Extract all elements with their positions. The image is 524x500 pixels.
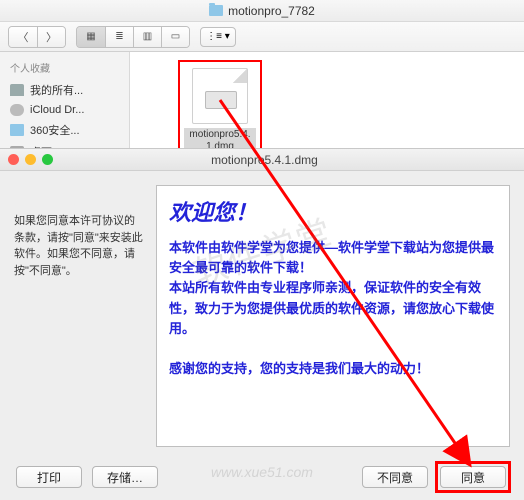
finder-sidebar: 个人收藏 我的所有... iCloud Dr... 360安全... 桌面 [0, 52, 130, 155]
finder-toolbar: 〈 〉 ▦ ≣ ▥ ▭ ⋮≡ ▾ [0, 22, 524, 52]
license-paragraph: 本站所有软件由专业程序师亲测，保证软件的安全有效性，致力于为您提供最优质的软件资… [169, 278, 497, 338]
finder-titlebar: motionpro_7782 [0, 0, 524, 22]
agree-highlight: 同意 [438, 464, 508, 490]
sidebar-item-label: 我的所有... [30, 82, 83, 98]
dialog-button-row: 打印 存储… 不同意 同意 [0, 464, 524, 490]
instructions-text: 如果您同意本许可协议的条款，请按"同意"来安装此软件。如果您不同意，请按"不同意… [14, 185, 144, 447]
sidebar-item-icloud[interactable]: iCloud Dr... [0, 101, 129, 119]
back-button[interactable]: 〈 [9, 27, 37, 47]
sidebar-item-label: 360安全... [30, 122, 80, 138]
license-text-box: 欢迎您！ 本软件由软件学堂为您提供—软件学堂下载站为您提供最安全最可靠的软件下载… [156, 185, 510, 447]
folder-icon [209, 5, 223, 16]
disagree-button[interactable]: 不同意 [362, 466, 428, 488]
agree-button[interactable]: 同意 [440, 466, 506, 488]
view-column-button[interactable]: ▥ [133, 27, 161, 47]
license-dialog: motionpro5.4.1.dmg 如果您同意本许可协议的条款，请按"同意"来… [0, 148, 524, 500]
sidebar-item-home[interactable]: 我的所有... [0, 79, 129, 101]
view-mode-segmented: ▦ ≣ ▥ ▭ [76, 26, 190, 48]
print-button[interactable]: 打印 [16, 466, 82, 488]
dialog-titlebar: motionpro5.4.1.dmg [0, 149, 524, 171]
dmg-file-icon [192, 68, 248, 124]
finder-body: 个人收藏 我的所有... iCloud Dr... 360安全... 桌面 mo… [0, 52, 524, 155]
home-icon [10, 84, 24, 96]
view-gallery-button[interactable]: ▭ [161, 27, 189, 47]
finder-window: motionpro_7782 〈 〉 ▦ ≣ ▥ ▭ ⋮≡ ▾ 个人收藏 我的所… [0, 0, 524, 155]
sidebar-item-360[interactable]: 360安全... [0, 119, 129, 141]
license-paragraph: 本软件由软件学堂为您提供—软件学堂下载站为您提供最安全最可靠的软件下载！ [169, 238, 497, 278]
forward-button[interactable]: 〉 [37, 27, 65, 47]
view-icon-button[interactable]: ▦ [77, 27, 105, 47]
cloud-icon [10, 104, 24, 116]
license-heading: 欢迎您！ [169, 196, 497, 230]
finder-content: motionpro5.4.1.dmg [130, 52, 524, 155]
license-paragraph: 感谢您的支持，您的支持是我们最大的动力！ [169, 359, 497, 379]
sidebar-section-header: 个人收藏 [0, 58, 129, 79]
save-button[interactable]: 存储… [92, 466, 158, 488]
folder-icon [10, 124, 24, 136]
view-list-button[interactable]: ≣ [105, 27, 133, 47]
nav-back-forward: 〈 〉 [8, 26, 66, 48]
finder-title: motionpro_7782 [228, 4, 315, 18]
dialog-title: motionpro5.4.1.dmg [13, 153, 516, 167]
sidebar-item-label: iCloud Dr... [30, 104, 84, 116]
dialog-body: 如果您同意本许可协议的条款，请按"同意"来安装此软件。如果您不同意，请按"不同意… [0, 171, 524, 461]
file-item-dmg[interactable]: motionpro5.4.1.dmg [180, 62, 260, 157]
arrange-dropdown[interactable]: ⋮≡ ▾ [200, 27, 236, 47]
